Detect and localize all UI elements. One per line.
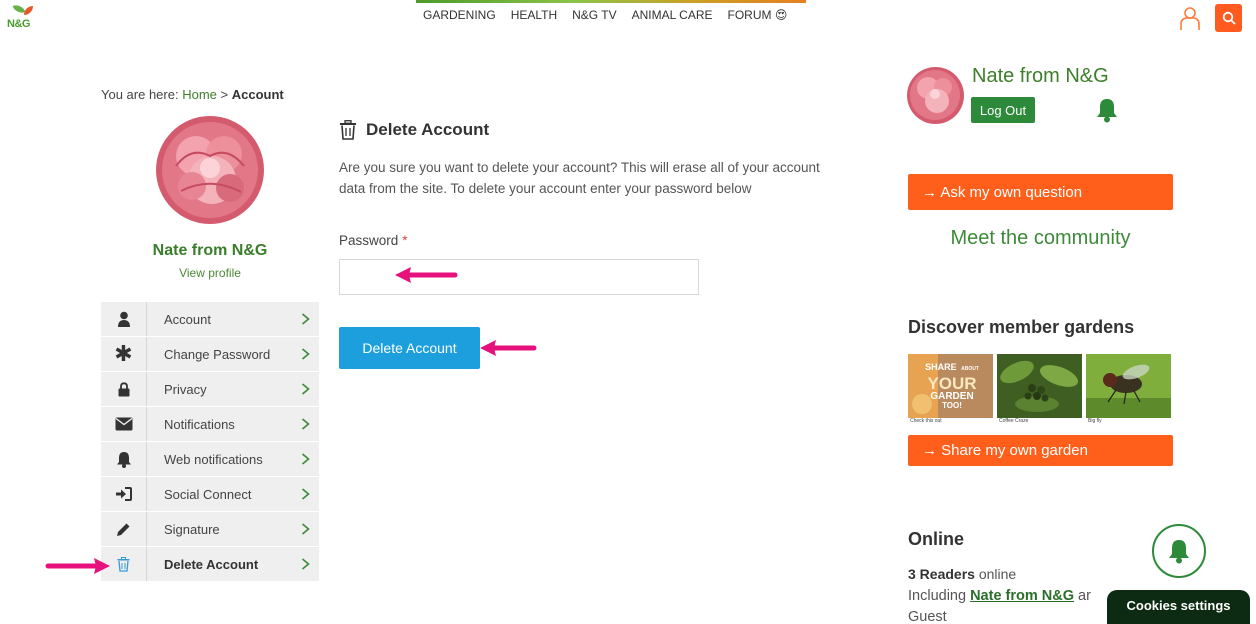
logout-button[interactable]: Log Out xyxy=(971,97,1035,123)
floating-notification-button[interactable] xyxy=(1152,524,1206,578)
profile-name: Nate from N&G xyxy=(152,242,268,259)
breadcrumb: You are here: Home > Account xyxy=(101,87,284,102)
main-nav: GARDENING HEALTH N&G TV ANIMAL CARE FORU… xyxy=(416,0,806,32)
online-count-suffix: online xyxy=(978,566,1017,582)
overlay-word: ABOUT xyxy=(961,366,979,372)
online-guest: Guest xyxy=(908,609,947,624)
side-menu-item-web-notifications[interactable]: Web notifications xyxy=(101,442,319,476)
side-menu-item-social-connect[interactable]: Social Connect xyxy=(101,477,319,511)
chevron-right-icon xyxy=(301,453,310,465)
overlay-word: TOO! xyxy=(942,401,962,410)
side-menu-item-delete-account[interactable]: Delete Account xyxy=(101,547,319,581)
side-menu-label: Account xyxy=(164,311,211,327)
including-prefix: Including xyxy=(908,588,967,604)
side-menu-label: Social Connect xyxy=(164,486,252,502)
sidebar-user-avatar[interactable] xyxy=(907,67,964,124)
annotation-arrow-icon xyxy=(480,340,537,356)
nav-item-forum[interactable]: FORUM 😍 xyxy=(728,8,788,22)
side-menu-label: Signature xyxy=(164,521,220,537)
side-menu-label: Notifications xyxy=(164,416,235,432)
nav-item-animal-care[interactable]: ANIMAL CARE xyxy=(632,8,713,22)
pencil-icon xyxy=(117,523,130,536)
nav-item-ng-tv[interactable]: N&G TV xyxy=(572,8,616,22)
annotation-arrow-icon xyxy=(395,267,458,283)
garden-caption: Coffee Craze xyxy=(997,418,1082,426)
bell-icon xyxy=(1169,540,1189,564)
profile-avatar[interactable] xyxy=(156,116,264,224)
side-menu-item-privacy[interactable]: Privacy xyxy=(101,372,319,406)
envelope-icon xyxy=(115,417,132,431)
breadcrumb-home-link[interactable]: Home xyxy=(182,87,217,102)
asterisk-icon: ✱ xyxy=(114,341,133,366)
online-count: 3 Readers online xyxy=(908,566,1016,582)
user-account-icon[interactable] xyxy=(1179,5,1201,31)
breadcrumb-prefix: You are here: xyxy=(101,87,179,102)
online-user-link[interactable]: Nate from N&G xyxy=(970,588,1074,604)
garden-overlay-text: SHARE ABOUT YOUR GARDEN TOO! xyxy=(914,358,990,410)
sign-in-icon xyxy=(116,487,132,501)
garden-thumbnail[interactable]: SHARE ABOUT YOUR GARDEN TOO! Check this … xyxy=(908,354,993,426)
online-title: Online xyxy=(908,529,965,549)
online-including: Including Nate from N&G ar xyxy=(908,588,1091,604)
side-menu-label: Delete Account xyxy=(164,556,259,572)
user-icon xyxy=(117,311,130,327)
delete-account-button[interactable]: Delete Account xyxy=(339,327,480,369)
online-count-number: 3 Readers xyxy=(908,566,975,582)
garden-gallery: SHARE ABOUT YOUR GARDEN TOO! Check this … xyxy=(908,354,1173,426)
password-label-text: Password xyxy=(339,233,399,248)
nav-item-health[interactable]: HEALTH xyxy=(511,8,557,22)
trash-icon xyxy=(117,556,130,572)
sidebar-user-name[interactable]: Nate from N&G xyxy=(972,65,1109,88)
bell-icon xyxy=(116,451,131,468)
delete-account-header: Delete Account xyxy=(339,120,489,140)
chevron-right-icon xyxy=(301,313,310,325)
search-icon xyxy=(1222,11,1236,25)
cookies-settings-button[interactable]: Cookies settings xyxy=(1107,590,1250,624)
garden-caption: Big fly xyxy=(1086,418,1171,426)
side-menu-label: Web notifications xyxy=(164,451,263,467)
password-label: Password * xyxy=(339,233,408,248)
side-menu-item-account[interactable]: Account xyxy=(101,302,319,336)
breadcrumb-current: Account xyxy=(231,87,284,102)
garden-caption: Check this out xyxy=(908,418,993,426)
overlay-word: YOUR xyxy=(927,374,977,393)
garden-thumbnail[interactable]: Big fly xyxy=(1086,354,1171,426)
side-menu-label: Change Password xyxy=(164,346,271,362)
meet-community-link[interactable]: Meet the community xyxy=(908,227,1173,250)
chevron-right-icon xyxy=(301,523,310,535)
side-menu-item-signature[interactable]: Signature xyxy=(101,512,319,546)
required-marker: * xyxy=(402,233,408,248)
nav-item-gardening[interactable]: GARDENING xyxy=(423,8,496,22)
discover-gardens-title: Discover member gardens xyxy=(908,317,1135,337)
logo-text: N&G xyxy=(7,18,30,30)
share-garden-button[interactable]: → Share my own garden xyxy=(908,435,1173,466)
side-menu-item-change-password[interactable]: ✱ Change Password xyxy=(101,337,319,371)
site-logo[interactable]: N&G xyxy=(6,2,38,30)
bell-icon[interactable] xyxy=(1095,97,1119,123)
side-menu-item-notifications[interactable]: Notifications xyxy=(101,407,319,441)
nav-color-bar xyxy=(416,0,806,3)
chevron-right-icon xyxy=(301,383,310,395)
breadcrumb-separator: > xyxy=(220,87,229,102)
chevron-right-icon xyxy=(301,488,310,500)
view-profile-link[interactable]: View profile xyxy=(101,266,319,280)
annotation-arrow-icon xyxy=(45,558,110,574)
search-button[interactable] xyxy=(1215,4,1242,32)
chevron-right-icon xyxy=(301,418,310,430)
overlay-word: SHARE xyxy=(925,362,957,372)
side-menu-label: Privacy xyxy=(164,381,207,397)
chevron-right-icon xyxy=(301,558,310,570)
including-suffix: ar xyxy=(1078,588,1091,604)
trash-icon xyxy=(340,120,356,140)
leaf-icon xyxy=(24,6,33,15)
garden-thumbnail[interactable]: Coffee Craze xyxy=(997,354,1082,426)
page-title: Delete Account xyxy=(366,120,490,139)
account-side-menu: Account ✱ Change Password Privacy Notifi… xyxy=(101,302,319,582)
chevron-right-icon xyxy=(301,348,310,360)
delete-account-description: Are you sure you want to delete your acc… xyxy=(339,160,820,196)
ask-question-button[interactable]: → Ask my own question xyxy=(908,174,1173,210)
lock-icon xyxy=(118,381,129,396)
